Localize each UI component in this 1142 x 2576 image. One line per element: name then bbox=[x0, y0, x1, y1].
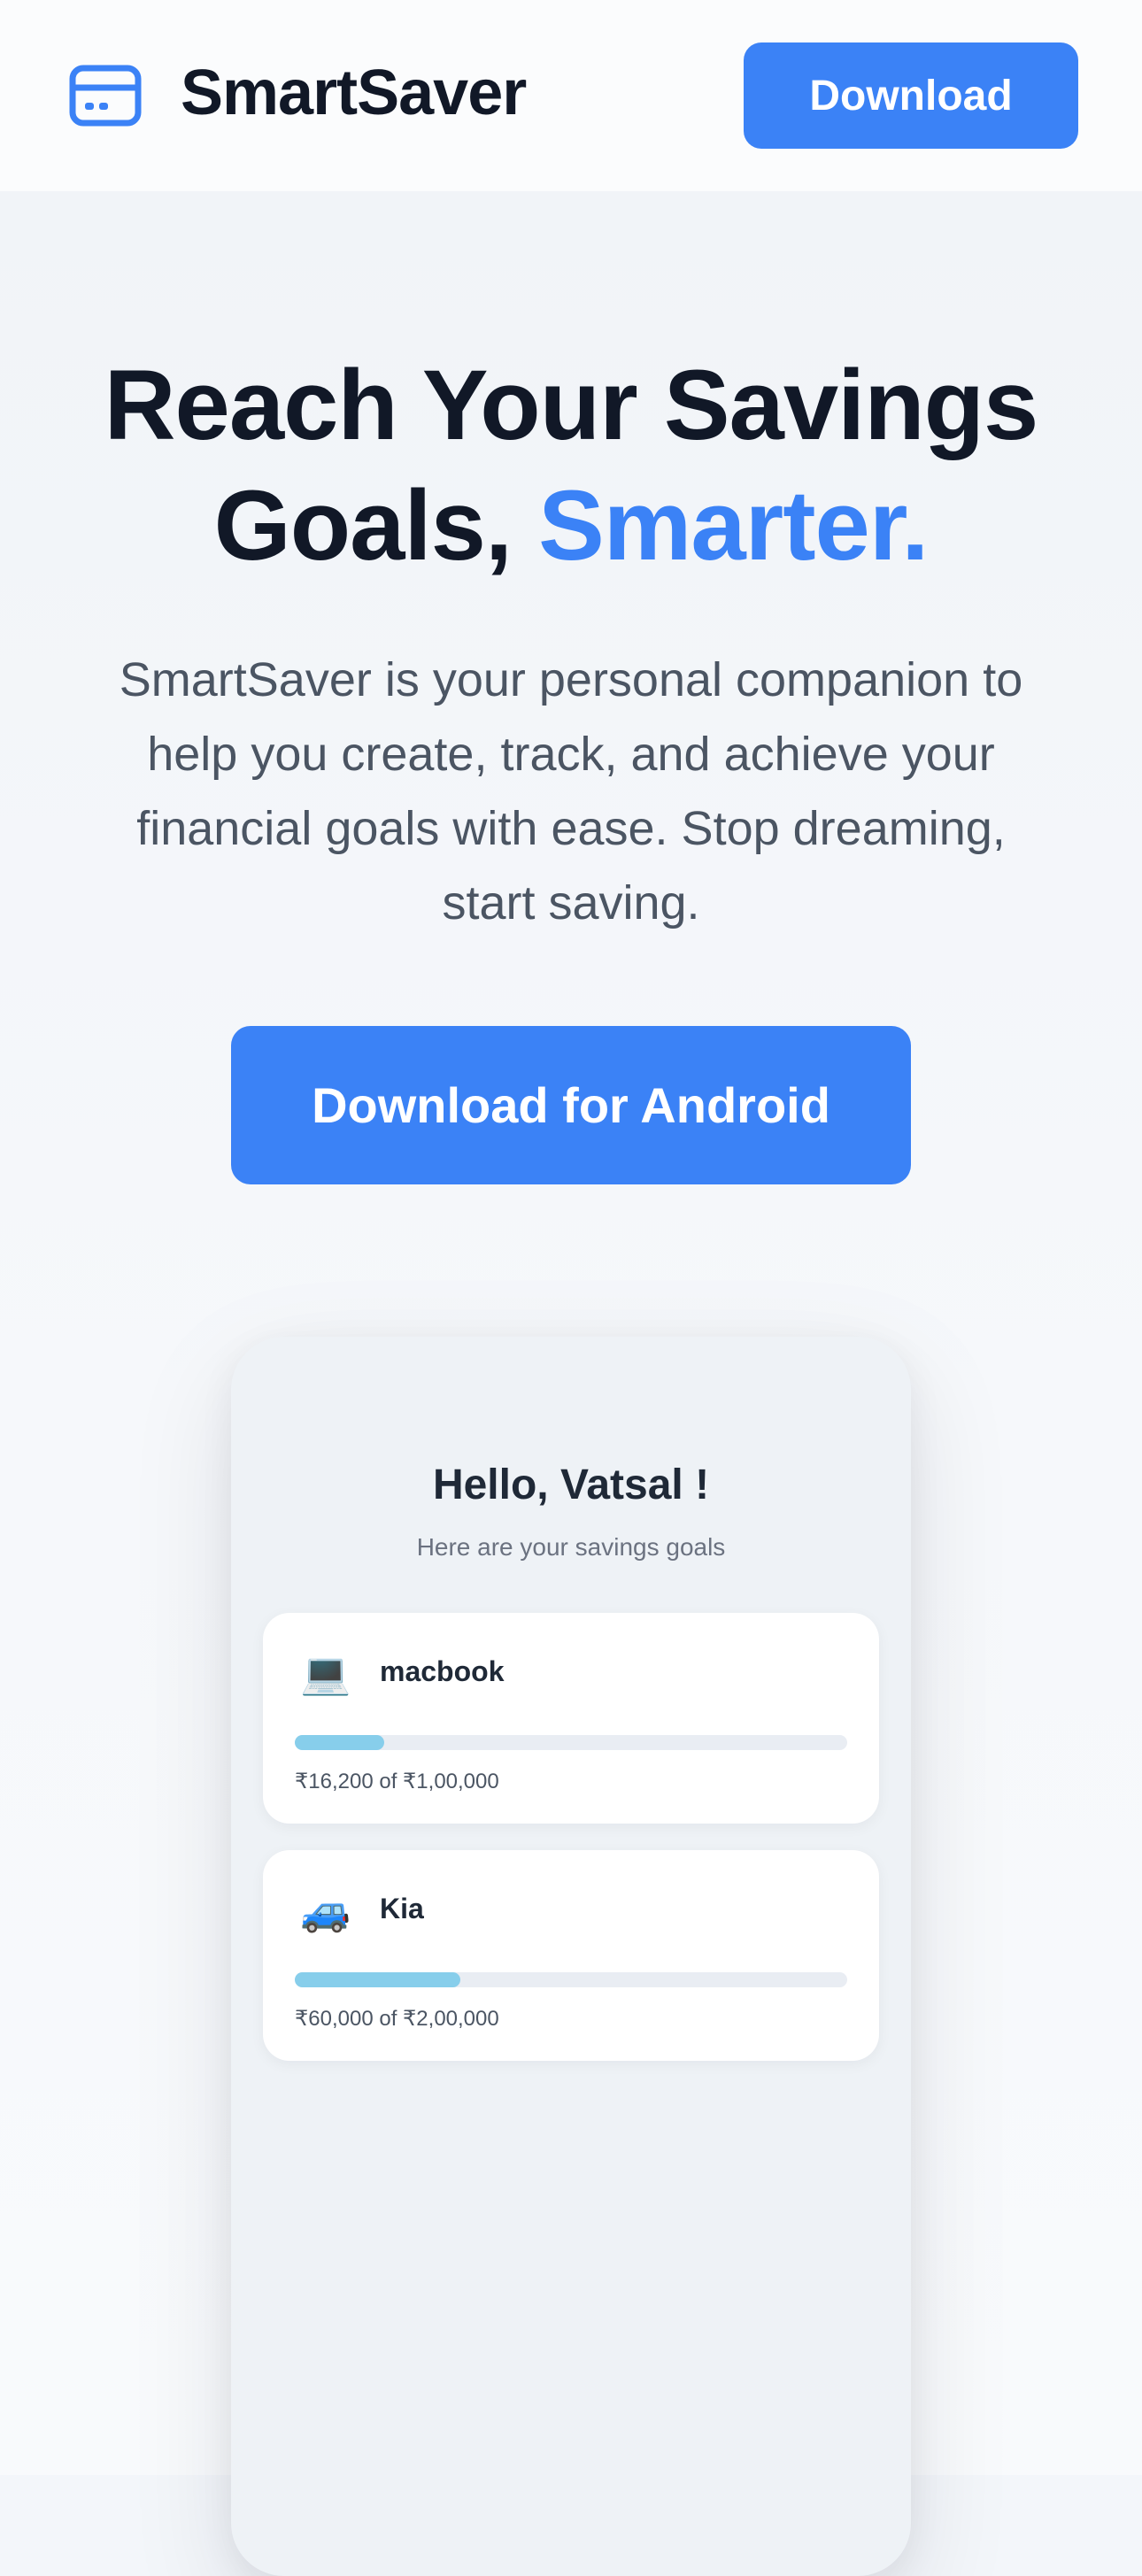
hero-subtitle: SmartSaver is your personal companion to… bbox=[119, 653, 1023, 929]
download-button[interactable]: Download bbox=[744, 42, 1078, 149]
car-icon: 🚙 bbox=[300, 1887, 351, 1933]
hero-title-accent: Smarter. bbox=[538, 470, 929, 581]
goal-card[interactable]: 💻 macbook ₹16,200 of ₹1,00,000 bbox=[263, 1613, 879, 1824]
card-icon bbox=[69, 65, 142, 127]
goal-amount: ₹60,000 of ₹2,00,000 bbox=[295, 2007, 499, 2031]
goal-progress-bar bbox=[295, 1735, 847, 1750]
phone-mockup: Hello, Vatsal ! Here are your savings go… bbox=[231, 1337, 911, 2576]
goal-amount: ₹16,200 of ₹1,00,000 bbox=[295, 1770, 499, 1793]
goal-progress-fill bbox=[295, 1972, 461, 1987]
brand-name: SmartSaver bbox=[181, 58, 527, 128]
goal-name: macbook bbox=[380, 1655, 505, 1687]
greeting: Hello, Vatsal ! bbox=[432, 1462, 710, 1508]
goal-name: Kia bbox=[380, 1893, 424, 1924]
laptop-icon: 💻 bbox=[300, 1650, 351, 1696]
goal-progress-fill bbox=[295, 1735, 385, 1750]
hero-title: Reach Your Savings Goals, Smarter. bbox=[0, 345, 1142, 586]
greeting-subtitle: Here are your savings goals bbox=[416, 1533, 726, 1561]
top-header: SmartSaver Download bbox=[0, 0, 1142, 191]
hero-title-line1: Reach Your Savings bbox=[104, 350, 1039, 460]
goal-progress-bar bbox=[295, 1972, 847, 1987]
download-android-button[interactable]: Download for Android bbox=[231, 1026, 911, 1184]
goal-card[interactable]: 🚙 Kia ₹60,000 of ₹2,00,000 bbox=[263, 1850, 879, 2061]
hero-title-line2: Goals, bbox=[213, 470, 539, 581]
